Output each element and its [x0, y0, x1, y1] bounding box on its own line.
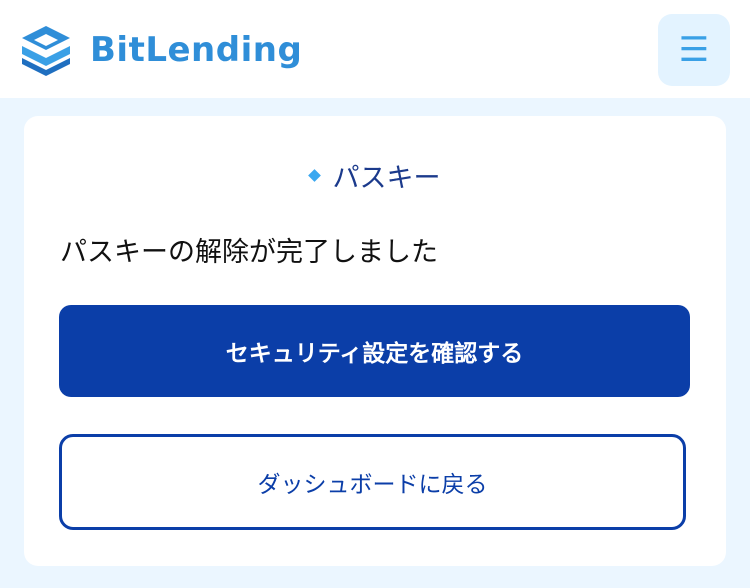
card-title: パスキー — [24, 156, 726, 195]
brand-logo[interactable]: BitLending — [18, 22, 302, 78]
back-to-dashboard-button[interactable]: ダッシュボードに戻る — [59, 434, 686, 530]
site-header: BitLending ☰ — [0, 0, 750, 98]
passkey-card: パスキー パスキーの解除が完了しました セキュリティ設定を確認する ダッシュボー… — [24, 116, 726, 566]
hamburger-icon: ☰ — [678, 30, 710, 70]
brand-name: BitLending — [90, 30, 303, 70]
menu-button[interactable]: ☰ — [658, 14, 730, 86]
main-content: パスキー パスキーの解除が完了しました セキュリティ設定を確認する ダッシュボー… — [0, 98, 750, 588]
completion-message: パスキーの解除が完了しました — [60, 237, 438, 268]
check-security-settings-button[interactable]: セキュリティ設定を確認する — [59, 305, 690, 397]
card-title-text: パスキー — [332, 163, 441, 194]
diamond-bullet-icon — [307, 169, 321, 182]
logo-mark-icon — [22, 26, 70, 76]
